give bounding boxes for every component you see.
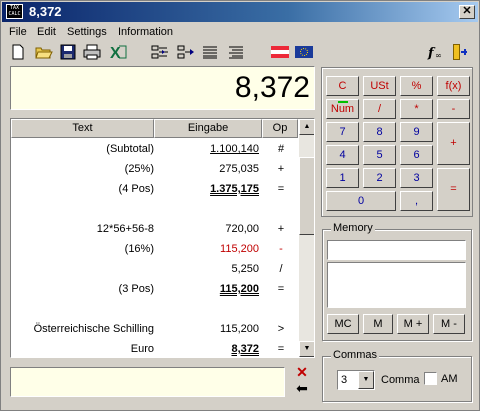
row-op: = (277, 343, 285, 355)
memory-list[interactable] (327, 262, 466, 308)
col-header-input[interactable]: Eingabe (154, 119, 262, 138)
row-op: # (277, 143, 285, 155)
row-op: > (277, 323, 285, 335)
eu-flag-icon[interactable] (295, 43, 313, 61)
scroll-up-icon[interactable]: ▲ (299, 119, 314, 135)
row-text: (Subtotal) (106, 143, 154, 155)
col-header-op[interactable]: Op (262, 119, 298, 138)
row-op: - (279, 243, 283, 255)
menu-information[interactable]: Information (118, 26, 173, 38)
menu-file[interactable]: File (9, 26, 27, 38)
table-row[interactable]: (4 Pos) 1.375,175 = (11, 180, 298, 200)
row-text: (16%) (124, 243, 154, 255)
toolbar: X f ∞ (3, 41, 477, 63)
col-header-text[interactable]: Text (11, 119, 154, 138)
clear-input-icon[interactable]: ✕ (293, 365, 311, 379)
align-left-icon[interactable] (201, 43, 219, 61)
indent-left-icon[interactable] (151, 43, 169, 61)
memory-clear-button[interactable]: MC (327, 314, 359, 334)
table-row[interactable]: (25%) 275,035 + (11, 160, 298, 180)
am-label: AM (441, 373, 458, 385)
indent-right-icon[interactable] (177, 43, 195, 61)
print-icon[interactable] (83, 43, 101, 61)
commas-label: Comma (381, 374, 420, 386)
austria-flag-icon[interactable] (271, 43, 289, 61)
app-window: TAX CALC 8,372 ✕ File Edit Settings Info… (0, 0, 480, 411)
row-op: / (279, 263, 283, 275)
exit-icon[interactable] (451, 43, 469, 61)
memory-recall-button[interactable]: M (363, 314, 393, 334)
row-input: 5,250 (231, 263, 259, 275)
row-text: (25%) (124, 163, 154, 175)
title-bar[interactable]: TAX CALC 8,372 ✕ (2, 2, 478, 22)
tape-scrollbar[interactable]: ▲ ▼ (299, 119, 314, 357)
tape-list[interactable]: Text Eingabe Op (Subtotal) 1.100,140 # (25%… (10, 118, 315, 358)
scroll-thumb[interactable] (299, 157, 314, 235)
row-op: = (277, 283, 285, 295)
memory-value-field[interactable] (327, 240, 466, 260)
row-op: + (277, 163, 285, 175)
table-row[interactable]: (16%) 115,200 - (11, 240, 298, 260)
table-row[interactable]: Österreichische Schilling 115,200 > (11, 320, 298, 340)
new-icon[interactable] (9, 43, 27, 61)
memory-subtract-button[interactable]: M - (433, 314, 465, 334)
scroll-down-icon[interactable]: ▼ (299, 341, 314, 357)
backspace-arrow-icon[interactable]: ⬅ (293, 381, 311, 395)
excel-icon[interactable]: X (109, 43, 127, 61)
result-display: 8,372 (10, 66, 315, 110)
function-icon[interactable]: f ∞ (427, 43, 445, 61)
am-checkbox[interactable] (424, 372, 437, 385)
keypad-frame (321, 67, 473, 217)
table-row[interactable]: (3 Pos) 115,200 = (11, 280, 298, 300)
commas-select[interactable]: 3 ▼ (337, 370, 375, 390)
memory-add-button[interactable]: M + (397, 314, 429, 334)
result-value: 8,372 (234, 71, 310, 104)
table-row[interactable] (11, 300, 298, 320)
row-input: 1.100,140 (210, 143, 259, 155)
row-text: Euro (130, 343, 154, 355)
formula-input[interactable] (10, 367, 285, 397)
memory-title: Memory (331, 222, 375, 234)
row-text: (3 Pos) (118, 283, 154, 295)
window-title: 8,372 (29, 4, 62, 19)
table-row[interactable] (11, 200, 298, 220)
table-row[interactable]: Euro 8,372 = (11, 340, 298, 357)
row-text: Österreichische Schilling (33, 323, 154, 335)
menu-edit[interactable]: Edit (37, 26, 56, 38)
app-icon: TAX CALC (6, 4, 23, 19)
row-text: (4 Pos) (118, 183, 154, 195)
row-input: 720,00 (225, 223, 259, 235)
row-input: 275,035 (219, 163, 259, 175)
row-input: 1.375,175 (210, 183, 259, 195)
close-button[interactable]: ✕ (459, 5, 475, 19)
save-icon[interactable] (59, 43, 77, 61)
menu-settings[interactable]: Settings (67, 26, 107, 38)
row-op: + (277, 223, 285, 235)
open-icon[interactable] (35, 43, 53, 61)
row-input: 115,200 (220, 323, 259, 335)
svg-text:∞: ∞ (435, 51, 442, 60)
align-right-icon[interactable] (227, 43, 245, 61)
table-row[interactable]: 5,250 / (11, 260, 298, 280)
row-op: = (277, 183, 285, 195)
row-input: 8,372 (231, 343, 259, 355)
table-row[interactable]: 12*56+56-8 720,00 + (11, 220, 298, 240)
row-input: 115,200 (220, 243, 259, 255)
chevron-down-icon[interactable]: ▼ (358, 371, 374, 389)
app-icon-text-bottom: CALC (8, 11, 21, 17)
row-text: 12*56+56-8 (96, 223, 154, 235)
row-input: 115,200 (219, 283, 259, 295)
commas-title: Commas (331, 349, 380, 361)
tape-header: Text Eingabe Op (11, 119, 298, 139)
commas-select-value: 3 (341, 374, 348, 386)
table-row[interactable]: (Subtotal) 1.100,140 # (11, 140, 298, 160)
